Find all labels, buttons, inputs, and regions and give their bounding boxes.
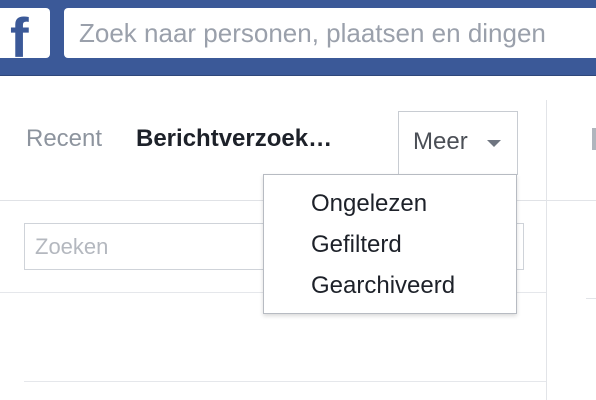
more-button-label: Meer <box>413 128 468 155</box>
facebook-logo-letter: f <box>10 8 29 59</box>
column-divider <box>546 100 547 400</box>
messages-search-placeholder: Zoeken <box>35 234 109 259</box>
more-dropdown-menu: Ongelezen Gefilterd Gearchiveerd <box>263 174 517 314</box>
tab-recent[interactable]: Recent <box>26 125 102 153</box>
menu-item-unread[interactable]: Ongelezen <box>264 188 516 229</box>
global-search-placeholder: Zoek naar personen, plaatsen en dingen <box>79 18 546 48</box>
facebook-logo[interactable]: f <box>0 8 50 58</box>
top-bar: f Zoek naar personen, plaatsen en dingen <box>0 0 596 76</box>
menu-item-archived[interactable]: Gearchiveerd <box>264 270 516 311</box>
menu-item-filtered[interactable]: Gefilterd <box>264 229 516 270</box>
global-search-input[interactable]: Zoek naar personen, plaatsen en dingen <box>64 8 596 58</box>
divider <box>546 200 596 201</box>
chevron-down-icon <box>487 140 501 147</box>
tab-message-requests[interactable]: Berichtverzoek… <box>136 125 332 153</box>
divider <box>586 298 596 299</box>
more-button[interactable]: Meer <box>398 111 518 175</box>
right-column-edge <box>592 128 596 150</box>
divider <box>24 381 546 382</box>
